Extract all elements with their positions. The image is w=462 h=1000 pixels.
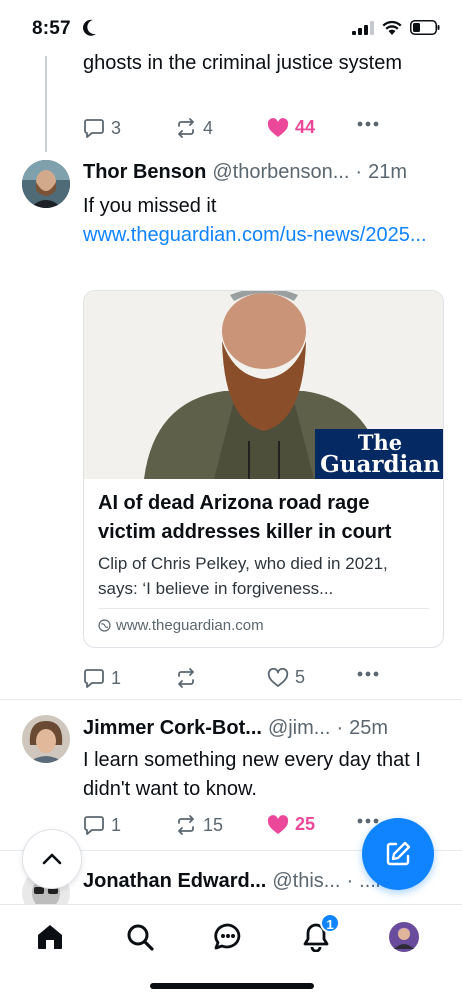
- repost-button[interactable]: 15: [175, 814, 223, 836]
- more-icon: [357, 671, 379, 677]
- status-time: 8:57: [32, 18, 71, 39]
- more-icon: [357, 818, 379, 824]
- post-header: Jimmer Cork-Bot... @jim... · 25m: [83, 717, 444, 740]
- post-text: I learn something new every day that I d…: [83, 749, 421, 800]
- repost-count: 4: [203, 117, 214, 138]
- nav-search[interactable]: [122, 919, 158, 955]
- card-description: Clip of Chris Pelkey, who died in 2021, …: [98, 554, 388, 598]
- moon-icon: [83, 19, 96, 36]
- reply-button[interactable]: 1: [83, 667, 121, 689]
- post-text: ghosts in the criminal justice system: [83, 52, 403, 74]
- link-preview-card[interactable]: The Guardian AI of dead Arizona road rag…: [83, 290, 444, 648]
- heart-outline-icon: [267, 667, 289, 687]
- avatar[interactable]: [22, 715, 70, 763]
- author-name[interactable]: Jonathan Edward...: [83, 870, 266, 893]
- post-body: If you missed it: [83, 195, 217, 217]
- reply-icon: [84, 669, 104, 688]
- search-icon: [127, 924, 154, 951]
- guardian-logo: The Guardian: [315, 429, 443, 479]
- globe-icon: [98, 619, 111, 632]
- card-title: AI of dead Arizona road rage victim addr…: [98, 492, 392, 543]
- notification-badge: 1: [320, 913, 340, 933]
- reply-icon: [84, 816, 104, 835]
- nav-home[interactable]: [32, 919, 68, 955]
- separator-dot: ·: [355, 161, 363, 183]
- compose-button[interactable]: [362, 818, 434, 890]
- separator-dot: ·: [346, 870, 354, 892]
- reply-count: 1: [111, 667, 122, 688]
- more-options-button[interactable]: [357, 818, 379, 824]
- scroll-to-top-button[interactable]: [22, 829, 82, 889]
- like-count: 5: [295, 667, 306, 687]
- post-time: 21m: [368, 161, 407, 183]
- reply-button[interactable]: 1: [83, 814, 121, 836]
- repost-count: 15: [203, 814, 224, 835]
- feed[interactable]: ghosts in the criminal justice system 3 …: [0, 44, 462, 904]
- reply-icon: [84, 119, 104, 138]
- post-thor-benson[interactable]: Thor Benson @thorbenson... · 21m If you …: [0, 152, 462, 700]
- reply-count: 1: [111, 814, 122, 835]
- logo-line2: Guardian: [320, 451, 440, 478]
- heart-filled-icon: [267, 117, 289, 137]
- like-button[interactable]: 5: [267, 667, 305, 688]
- avatar[interactable]: [22, 160, 70, 208]
- card-domain-text: www.theguardian.com: [116, 617, 264, 634]
- post-actions: 3 4 44: [83, 117, 444, 143]
- more-icon: [357, 121, 379, 127]
- repost-icon: [178, 668, 194, 688]
- reply-count: 3: [111, 117, 122, 138]
- repost-icon: [178, 815, 194, 835]
- like-button[interactable]: 25: [267, 814, 315, 835]
- repost-icon: [178, 118, 194, 138]
- post-actions: 1 5: [83, 667, 444, 693]
- more-options-button[interactable]: [357, 121, 379, 127]
- home-indicator: [150, 983, 314, 989]
- wifi-icon: [382, 20, 402, 35]
- author-name[interactable]: Jimmer Cork-Bot...: [83, 717, 262, 740]
- card-divider: [98, 608, 429, 609]
- cellular-signal-icon: [352, 20, 374, 35]
- post-link[interactable]: www.theguardian.com/us-news/2025...: [83, 221, 444, 250]
- author-name[interactable]: Thor Benson: [83, 161, 206, 184]
- repost-button[interactable]: [175, 667, 203, 689]
- home-icon: [38, 925, 62, 949]
- author-handle[interactable]: @jim...: [268, 717, 331, 740]
- chevron-up-icon: [42, 853, 62, 865]
- compose-icon: [386, 841, 411, 866]
- card-domain: www.theguardian.com: [98, 617, 264, 634]
- post-thread-tail[interactable]: ghosts in the criminal justice system 3 …: [0, 44, 462, 152]
- post-header: Thor Benson @thorbenson... · 21m: [83, 161, 444, 184]
- repost-button[interactable]: 4: [175, 117, 213, 139]
- heart-filled-icon: [267, 814, 289, 834]
- more-options-button[interactable]: [357, 671, 379, 677]
- battery-icon: [410, 20, 440, 35]
- like-count: 44: [295, 117, 316, 137]
- post-time: 25m: [349, 717, 389, 739]
- author-handle[interactable]: @thorbenson...: [212, 161, 349, 184]
- profile-avatar: [389, 922, 419, 952]
- separator-dot: ·: [336, 717, 344, 739]
- nav-chat[interactable]: [210, 919, 246, 955]
- like-count: 25: [295, 814, 316, 834]
- like-button[interactable]: 44: [267, 117, 315, 138]
- card-thumbnail: The Guardian: [84, 291, 443, 479]
- chat-icon: [214, 923, 241, 950]
- post-text: If you missed it www.theguardian.com/us-…: [83, 192, 444, 250]
- thread-line: [45, 56, 47, 152]
- author-handle[interactable]: @this...: [272, 870, 340, 893]
- reply-button[interactable]: 3: [83, 117, 121, 139]
- nav-profile[interactable]: [386, 919, 422, 955]
